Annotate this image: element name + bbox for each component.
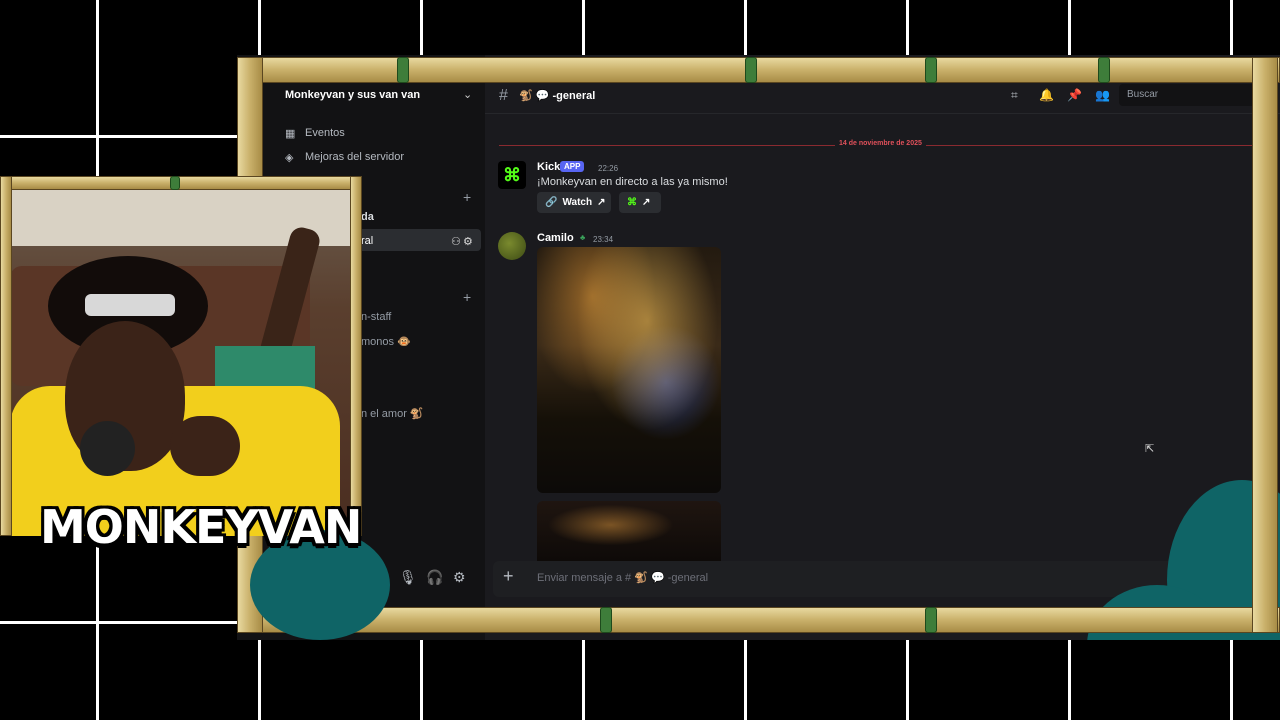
kick-icon: ⌘ <box>627 197 637 208</box>
bamboo-node <box>600 607 612 633</box>
role-icon: ♣ <box>580 233 586 242</box>
webcam-frame-top <box>0 176 362 190</box>
threads-icon[interactable]: ⌗ <box>1011 88 1018 103</box>
webcam-frame-right <box>350 176 362 536</box>
bamboo-frame-bottom <box>237 607 1280 633</box>
app-badge: APP <box>560 161 585 172</box>
message-text: ¡Monkeyvan en directo a las ya mismo! <box>537 176 728 188</box>
watch-label: Watch <box>562 197 593 208</box>
channel-item[interactable]: n-staff <box>361 311 391 323</box>
channel-item[interactable]: da <box>361 211 374 223</box>
bamboo-node <box>925 607 937 633</box>
gear-icon[interactable]: ⚙ <box>463 235 473 248</box>
sidebar-item-eventos[interactable]: ▦ Eventos <box>285 127 345 140</box>
channel-title: 🐒 💬 -general <box>519 90 596 102</box>
camilo-avatar[interactable] <box>498 232 526 260</box>
bamboo-node <box>1098 57 1110 83</box>
message-author[interactable]: Kick <box>537 161 560 173</box>
webcam-frame-left <box>0 176 12 536</box>
gear-icon[interactable]: ⚙ <box>453 569 466 586</box>
bamboo-node <box>170 176 180 190</box>
pin-icon[interactable]: 📌 <box>1067 88 1082 102</box>
bamboo-node <box>925 57 937 83</box>
calendar-icon: ▦ <box>285 128 296 140</box>
channel-item[interactable]: monos 🐵 <box>361 335 411 348</box>
composer-placeholder[interactable]: Enviar mensaje a # 🐒 💬 -general <box>537 571 708 584</box>
server-name[interactable]: Monkeyvan y sus van van <box>285 89 420 101</box>
webcam-hand <box>170 416 240 476</box>
sidebar-item-label: Mejoras del servidor <box>305 151 405 163</box>
image-attachment[interactable] <box>537 501 721 561</box>
search-input[interactable]: Buscar <box>1119 84 1269 106</box>
webcam-headband <box>85 294 175 316</box>
kick-link-button[interactable]: ⌘ ↗ <box>619 192 661 213</box>
invite-icon[interactable]: ⚇ <box>451 235 461 248</box>
channel-item-active[interactable]: ral <box>361 235 373 247</box>
hash-icon: # <box>499 87 508 104</box>
message-author[interactable]: Camilo <box>537 232 574 244</box>
message-timestamp: 22:26 <box>598 164 619 173</box>
chat-area: # 🐒 💬 -general ⌗ 🔔 📌 👥 Buscar 14 de novi… <box>485 55 1280 640</box>
bamboo-node <box>745 57 757 83</box>
plus-icon[interactable]: + <box>503 566 514 587</box>
members-icon[interactable]: 👥 <box>1095 88 1110 102</box>
message-timestamp: 23:34 <box>593 235 614 244</box>
sidebar-item-label: Eventos <box>305 127 345 139</box>
external-link-icon: ↗ <box>597 197 606 208</box>
channel-item[interactable]: n el amor 🐒 <box>361 407 424 420</box>
add-channel-icon[interactable]: + <box>463 289 471 305</box>
date-divider-label: 14 de noviembre de 2025 <box>835 140 926 147</box>
add-channel-icon[interactable]: + <box>463 189 471 205</box>
monkeyvan-logo: MONKEYVAN <box>40 500 362 554</box>
image-attachment[interactable] <box>537 247 721 493</box>
webcam-feed <box>10 186 354 536</box>
bell-icon[interactable]: 🔔 <box>1039 88 1054 102</box>
link-icon: 🔗 <box>545 197 558 208</box>
headphones-icon[interactable]: 🎧 <box>426 569 443 586</box>
cursor-icon: ⇱ <box>1145 443 1155 455</box>
bamboo-node <box>397 57 409 83</box>
external-link-icon: ↗ <box>642 197 651 208</box>
watch-button[interactable]: 🔗 Watch ↗ <box>537 192 611 213</box>
sidebar-item-mejoras[interactable]: ◈ Mejoras del servidor <box>285 151 405 164</box>
microphone-icon[interactable]: 🎙 <box>399 569 417 586</box>
bamboo-frame-right <box>1252 57 1278 633</box>
bamboo-frame-top <box>237 57 1280 83</box>
discord-window: Monkeyvan y sus van van ⌄ ▦ Eventos ◈ Me… <box>237 55 1280 640</box>
chevron-down-icon[interactable]: ⌄ <box>463 88 472 101</box>
kick-avatar[interactable]: ⌘ <box>498 161 526 189</box>
boost-icon: ◈ <box>285 152 294 164</box>
webcam-microphone <box>80 421 135 476</box>
